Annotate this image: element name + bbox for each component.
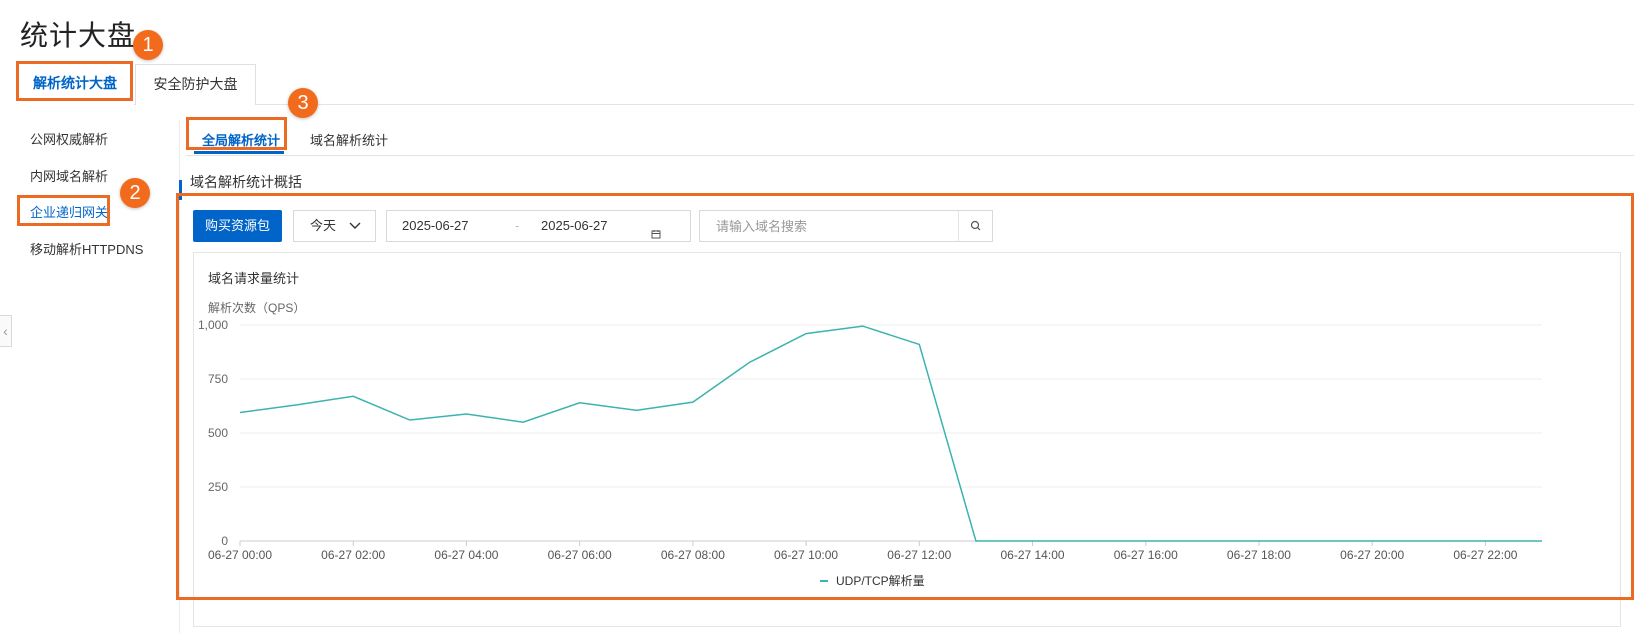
highlight-box-chart-area [176,193,1634,600]
